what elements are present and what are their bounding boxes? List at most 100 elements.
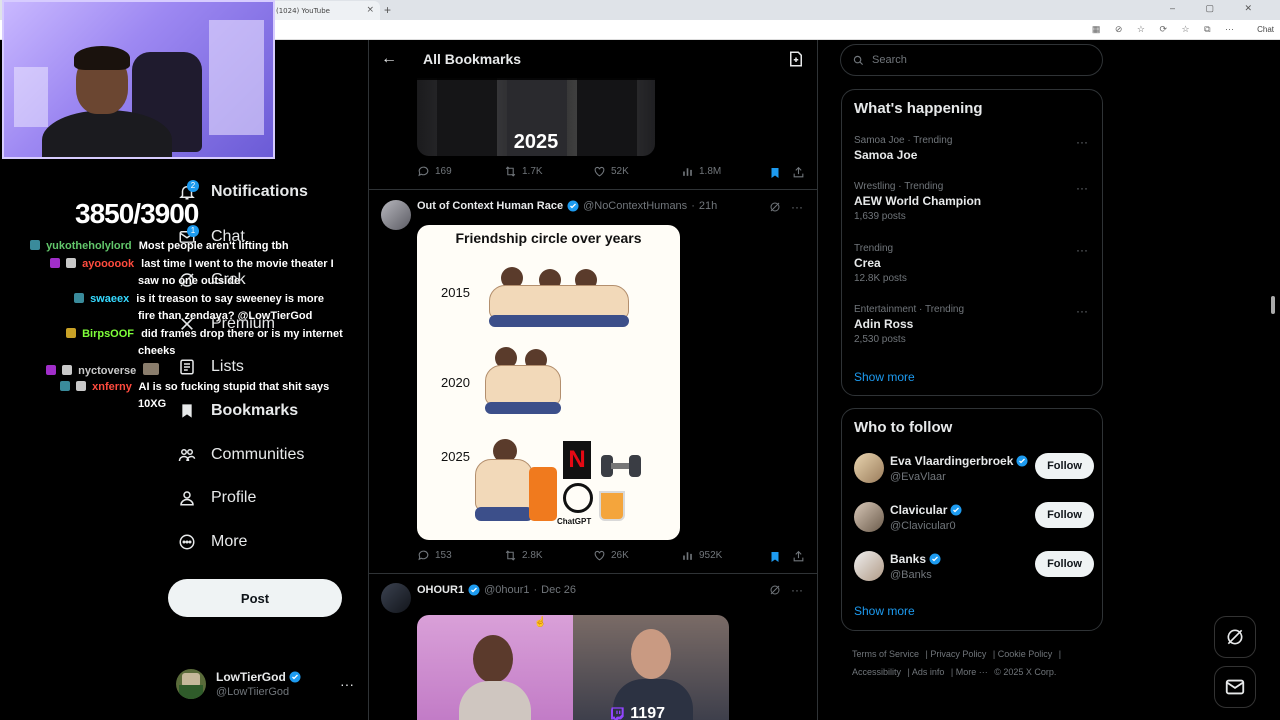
avatar[interactable]: [381, 200, 411, 230]
bookmark-filled-icon[interactable]: [769, 166, 781, 180]
tweet-dot: ·: [691, 200, 695, 212]
trend-item[interactable]: Wrestling · Trending AEW World Champion …: [854, 181, 1094, 222]
reply-button[interactable]: 153: [417, 549, 452, 562]
window-controls[interactable]: – ▢ ✕: [1170, 3, 1266, 14]
search-input[interactable]: Search: [840, 44, 1103, 76]
tweet-timestamp[interactable]: 21h: [699, 200, 717, 212]
tab-close-icon[interactable]: ×: [366, 5, 374, 15]
chat-text: is it treason to say sweeney is more: [136, 293, 324, 305]
nav-bookmarks[interactable]: Bookmarks: [176, 397, 298, 425]
grok-icon[interactable]: [769, 584, 781, 596]
bookmark-icon: [176, 400, 198, 422]
trend-item[interactable]: Samoa Joe · Trending Samoa Joe ···: [854, 135, 1094, 162]
meme-year-label: 2020: [441, 375, 470, 390]
show-more-link[interactable]: Show more: [854, 604, 915, 618]
follow-name-text: Banks: [890, 552, 927, 566]
bookmark-filled-icon[interactable]: [769, 550, 781, 564]
repost-count: 2.8K: [522, 550, 543, 561]
trend-more-icon[interactable]: ···: [1076, 181, 1088, 195]
tweet-author-name[interactable]: OHOUR1: [417, 584, 464, 596]
like-button[interactable]: 52K: [593, 165, 629, 178]
repost-icon: [505, 550, 516, 561]
trend-more-icon[interactable]: ···: [1076, 304, 1088, 318]
tweet-author-handle[interactable]: @NoContextHumans: [583, 200, 687, 212]
like-button[interactable]: 26K: [593, 549, 629, 562]
avatar[interactable]: [854, 551, 884, 581]
account-more-icon[interactable]: ···: [340, 676, 354, 692]
page-scrollbar[interactable]: [1271, 296, 1275, 314]
views-button[interactable]: 1.8M: [681, 165, 721, 178]
follow-handle: @Banks: [890, 569, 932, 581]
messages-float-button[interactable]: [1214, 666, 1256, 708]
footer-accessibility-link[interactable]: Accessibility: [852, 667, 901, 677]
drink-cup: [599, 491, 625, 521]
browser-chat-button[interactable]: Chat: [1257, 25, 1274, 34]
tweet-author-name[interactable]: Out of Context Human Race: [417, 200, 563, 212]
chat-text: cheeks: [138, 345, 176, 357]
follow-button[interactable]: Follow: [1035, 502, 1094, 528]
chat-badge-icon: [74, 293, 84, 303]
tweet-image-suits[interactable]: 2025: [417, 78, 655, 156]
post-button[interactable]: Post: [168, 579, 342, 617]
follow-button[interactable]: Follow: [1035, 551, 1094, 577]
tweet-dot: ·: [533, 584, 538, 596]
share-icon[interactable]: [792, 166, 805, 179]
views-button[interactable]: 952K: [681, 549, 722, 562]
follow-button[interactable]: Follow: [1035, 453, 1094, 479]
repost-icon: [505, 166, 516, 177]
friends-group-2015: [489, 267, 629, 329]
follow-name-text: Clavicular: [890, 503, 948, 517]
nav-profile[interactable]: Profile: [176, 484, 256, 512]
chat-badge-icon: [66, 258, 77, 268]
tweet-image-friendship-meme[interactable]: Friendship circle over years 2015 2020 2…: [417, 225, 680, 540]
grok-float-button[interactable]: [1214, 616, 1256, 658]
nav-more[interactable]: More: [176, 528, 247, 556]
tweet-timestamp[interactable]: Dec 26: [541, 584, 576, 596]
follow-display-name[interactable]: Eva Vlaardingerbroek: [890, 454, 1028, 468]
account-name[interactable]: LowTierGod: [216, 670, 301, 684]
browser-tab[interactable]: (1024) YouTube ×: [268, 1, 380, 20]
bookmarks-timeline: ← All Bookmarks 2025 169 1.7K 52K 1.8M O…: [368, 40, 818, 720]
footer-terms-link[interactable]: Terms of Service: [852, 649, 919, 659]
footer-cookie-link[interactable]: Cookie Policy: [998, 649, 1053, 659]
show-more-link[interactable]: Show more: [854, 370, 915, 384]
account-avatar[interactable]: [176, 669, 206, 699]
address-bar-icons[interactable]: ▦ ⊘ ☆ ⟳ ☆ ⧉ ⋯: [1092, 24, 1240, 35]
follow-display-name[interactable]: Clavicular: [890, 503, 962, 517]
nav-label: Bookmarks: [211, 402, 299, 419]
nav-communities[interactable]: Communities: [176, 441, 304, 469]
chatgpt-label: ChatGPT: [557, 517, 592, 526]
grok-icon[interactable]: [769, 201, 781, 213]
footer-ads-link[interactable]: Ads info: [912, 667, 945, 677]
repost-button[interactable]: 1.7K: [504, 165, 543, 178]
chat-text: saw no one outside: [138, 275, 241, 287]
follow-suggestion[interactable]: Eva Vlaardingerbroek @EvaVlaar Follow: [854, 453, 1094, 487]
tweet-image-portraits[interactable]: 1197: [417, 615, 729, 720]
back-arrow-icon[interactable]: ←: [381, 50, 397, 68]
new-tab-button[interactable]: +: [384, 3, 391, 17]
more-options-icon[interactable]: ···: [791, 583, 803, 597]
nav-lists[interactable]: Lists: [176, 353, 244, 381]
tweet-author-handle[interactable]: @0hour1: [484, 584, 529, 596]
avatar[interactable]: [854, 502, 884, 532]
reply-button[interactable]: 169: [417, 165, 452, 178]
trend-more-icon[interactable]: ···: [1076, 243, 1088, 257]
avatar[interactable]: [381, 583, 411, 613]
communities-icon: [176, 444, 198, 466]
trend-item[interactable]: Entertainment · Trending Adin Ross 2,530…: [854, 304, 1094, 345]
heart-icon: [594, 550, 605, 561]
follow-suggestion[interactable]: Banks @Banks Follow: [854, 551, 1094, 585]
trend-item[interactable]: Trending Crea 12.8K posts ···: [854, 243, 1094, 284]
trend-more-icon[interactable]: ···: [1076, 135, 1088, 149]
repost-button[interactable]: 2.8K: [504, 549, 543, 562]
more-options-icon[interactable]: ···: [791, 200, 803, 214]
avatar[interactable]: [854, 453, 884, 483]
footer-privacy-link[interactable]: Privacy Policy: [930, 649, 986, 659]
footer-more-link[interactable]: More ···: [956, 667, 988, 677]
follow-suggestion[interactable]: Clavicular @Clavicular0 Follow: [854, 502, 1094, 536]
follow-display-name[interactable]: Banks: [890, 552, 941, 566]
share-icon[interactable]: [792, 550, 805, 563]
follow-name-text: Eva Vlaardingerbroek: [890, 454, 1014, 468]
new-folder-icon[interactable]: [787, 50, 805, 68]
browser-tab-title: (1024) YouTube: [276, 7, 330, 15]
